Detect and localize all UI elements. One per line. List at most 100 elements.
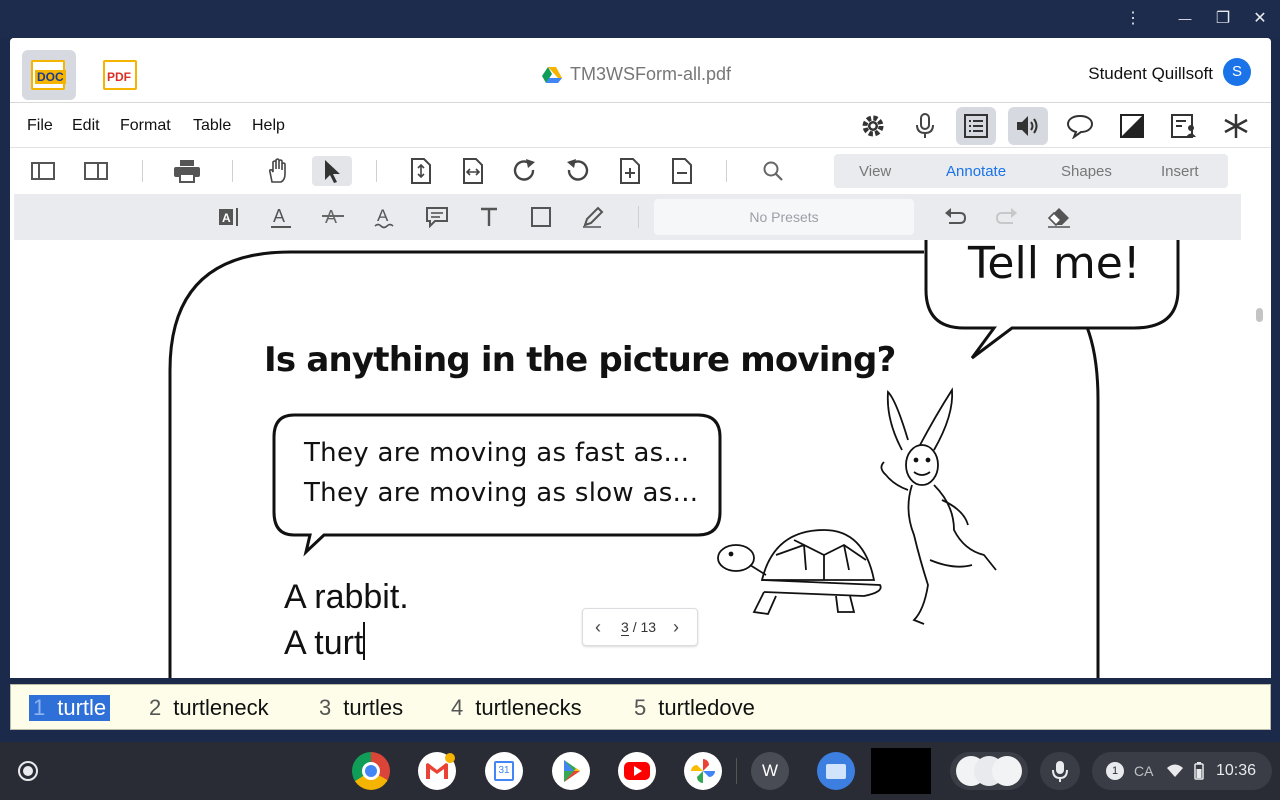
doc-icon: DOC [31,60,66,90]
svg-text:A: A [222,211,231,225]
tab-view[interactable]: View [859,163,891,180]
minimize-icon[interactable]: — [1172,6,1198,32]
answer-line-1[interactable]: A rabbit. [284,578,409,617]
next-page-icon[interactable]: › [673,617,679,638]
youtube-icon[interactable] [618,752,656,790]
gear-icon[interactable] [853,107,893,145]
w-app-icon[interactable]: W [751,752,789,790]
rectangle-icon[interactable] [528,204,554,230]
redo-icon[interactable] [994,204,1020,230]
text-tool-icon[interactable] [476,204,502,230]
speaker-icon[interactable] [1008,107,1048,145]
presets-dropdown[interactable]: No Presets [654,199,914,235]
comment-icon[interactable] [424,204,450,230]
main-toolbar: View Annotate Shapes Insert [10,148,1271,194]
pen-icon[interactable] [580,204,606,230]
tab-annotate[interactable]: Annotate [946,163,1006,180]
right-panel-icon[interactable] [81,156,111,186]
fit-height-icon[interactable] [406,156,436,186]
contrast-icon[interactable] [1112,107,1152,145]
doc-mode-button[interactable]: DOC [22,50,76,100]
asterisk-icon[interactable] [1216,107,1256,145]
menu-file[interactable]: File [27,117,53,135]
microphone-icon [1052,761,1068,782]
gmail-icon[interactable] [418,752,456,790]
annotate-toolbar: A A A A No Presets [14,194,1241,240]
play-store-icon[interactable] [552,752,590,790]
undo-icon[interactable] [942,204,968,230]
rotate-clockwise-icon[interactable] [510,156,540,186]
rotate-counterclockwise-icon[interactable] [562,156,592,186]
strikethrough-icon[interactable]: A [320,204,346,230]
remove-page-icon[interactable] [667,156,697,186]
add-page-icon[interactable] [615,156,645,186]
current-page[interactable]: 3 [621,619,629,636]
launcher-icon[interactable] [18,761,38,781]
menu-edit[interactable]: Edit [72,117,100,135]
status-tray[interactable]: 1 CA 10:36 [1092,752,1272,790]
svg-text:A: A [377,206,389,225]
page-navigator: ‹ 3 / 13 › [582,608,698,646]
tab-shapes[interactable]: Shapes [1061,163,1112,180]
search-icon[interactable] [758,156,788,186]
calendar-day: 31 [494,761,514,781]
hand-pan-icon[interactable] [263,156,293,186]
worksheet-question: Is anything in the picture moving? [264,340,896,380]
reading-list-icon[interactable] [956,107,996,145]
print-icon[interactable] [172,156,202,186]
fit-width-icon[interactable] [458,156,488,186]
suggestion-1[interactable]: 1 turtle [29,695,111,721]
app-header: DOC PDF TM3WSForm-all.pdf Student Quills… [10,38,1271,102]
window-preview[interactable] [871,748,931,794]
suggestion-5[interactable]: 5 turtledove [634,695,755,721]
menu-format[interactable]: Format [120,117,171,135]
tab-insert[interactable]: Insert [1161,163,1199,180]
pointer-icon[interactable] [312,156,352,186]
divider [638,206,639,228]
document-filename: TM3WSForm-all.pdf [570,64,732,84]
suggestion-2[interactable]: 2 turtleneck [149,695,269,721]
answer-line-2[interactable]: A turt [284,624,363,662]
close-icon[interactable]: ✕ [1247,6,1273,32]
divider [726,160,727,182]
menu-help[interactable]: Help [252,117,285,135]
calendar-icon[interactable]: 31 [485,752,523,790]
system-shelf: 31 W 1 CA 10:36 [0,742,1280,800]
prev-page-icon[interactable]: ‹ [595,617,601,638]
files-icon[interactable] [817,752,855,790]
left-panel-icon[interactable] [28,156,58,186]
tote-thumbnails[interactable] [950,752,1028,790]
tell-me-text: Tell me! [968,240,1141,289]
svg-text:A: A [273,206,285,226]
user-card-icon[interactable] [1164,107,1204,145]
window-titlebar: ⋮ — ❐ ✕ [0,0,1280,38]
underline-icon[interactable]: A [268,204,294,230]
vertical-scrollbar[interactable] [1256,308,1263,322]
clock: 10:36 [1216,762,1257,779]
divider [232,160,233,182]
suggestion-4[interactable]: 4 turtlenecks [451,695,582,721]
speech-bubble-icon[interactable] [1060,107,1100,145]
avatar[interactable]: S [1223,58,1251,86]
pdf-mode-button[interactable]: PDF [94,50,148,100]
app-window: DOC PDF TM3WSForm-all.pdf Student Quills… [10,38,1271,678]
divider [376,160,377,182]
menu-table[interactable]: Table [193,117,231,135]
eraser-icon[interactable] [1046,204,1072,230]
menu-bar: File Edit Format Table Help [10,102,1271,148]
rabbit-illustration [880,387,997,625]
wifi-icon [1167,764,1183,777]
dictation-button[interactable] [1040,752,1080,790]
page-separator: / [632,619,637,635]
chrome-icon[interactable] [352,752,390,790]
text-select-icon[interactable]: A [216,204,242,230]
bubble-line-1: They are moving as fast as... [304,438,690,468]
microphone-icon[interactable] [905,107,945,145]
suggestion-3[interactable]: 3 turtles [319,695,403,721]
battery-icon [1194,762,1204,780]
photos-icon[interactable] [684,752,722,790]
more-options-icon[interactable]: ⋮ [1120,6,1146,32]
answer-line-2-container[interactable]: A turt [284,622,366,663]
squiggly-underline-icon[interactable]: A [372,204,398,230]
restore-icon[interactable]: ❐ [1210,6,1236,32]
